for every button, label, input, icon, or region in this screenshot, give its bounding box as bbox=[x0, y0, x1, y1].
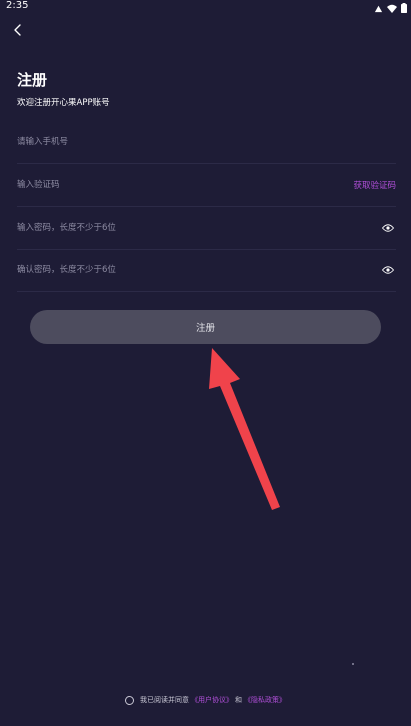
privacy-policy-link[interactable]: 《隐私政策》 bbox=[244, 695, 286, 705]
get-code-button[interactable]: 获取验证码 bbox=[353, 179, 396, 191]
status-bar: 2:35 bbox=[0, 0, 411, 14]
page-subtitle: 欢迎注册开心果APP账号 bbox=[17, 98, 110, 108]
battery-icon bbox=[401, 0, 407, 17]
signal-icon bbox=[374, 0, 383, 17]
password-field bbox=[17, 207, 396, 250]
back-button[interactable] bbox=[9, 21, 27, 39]
agreement-row: 我已阅读并同意 《用户协议》 和 《隐私政策》 bbox=[0, 693, 411, 707]
wifi-icon bbox=[387, 0, 397, 17]
code-field: 获取验证码 bbox=[17, 164, 396, 207]
phone-field bbox=[17, 121, 396, 164]
confirm-password-input[interactable] bbox=[17, 249, 381, 291]
eye-icon[interactable] bbox=[381, 266, 394, 275]
confirm-password-field bbox=[17, 249, 396, 292]
register-button[interactable]: 注册 bbox=[30, 310, 381, 344]
agreement-prefix: 我已阅读并同意 bbox=[140, 696, 189, 704]
user-agreement-link[interactable]: 《用户协议》 bbox=[191, 695, 233, 705]
status-icons bbox=[374, 1, 407, 13]
phone-input[interactable] bbox=[17, 121, 396, 163]
page-title: 注册 bbox=[17, 71, 48, 89]
chevron-left-icon bbox=[13, 21, 23, 40]
eye-icon[interactable] bbox=[381, 224, 394, 233]
agree-checkbox[interactable] bbox=[125, 695, 134, 705]
code-input[interactable] bbox=[17, 164, 354, 206]
agreement-and: 和 bbox=[235, 696, 242, 704]
decorative-dot bbox=[352, 663, 354, 665]
status-time: 2:35 bbox=[6, 0, 29, 11]
password-input[interactable] bbox=[17, 207, 381, 249]
